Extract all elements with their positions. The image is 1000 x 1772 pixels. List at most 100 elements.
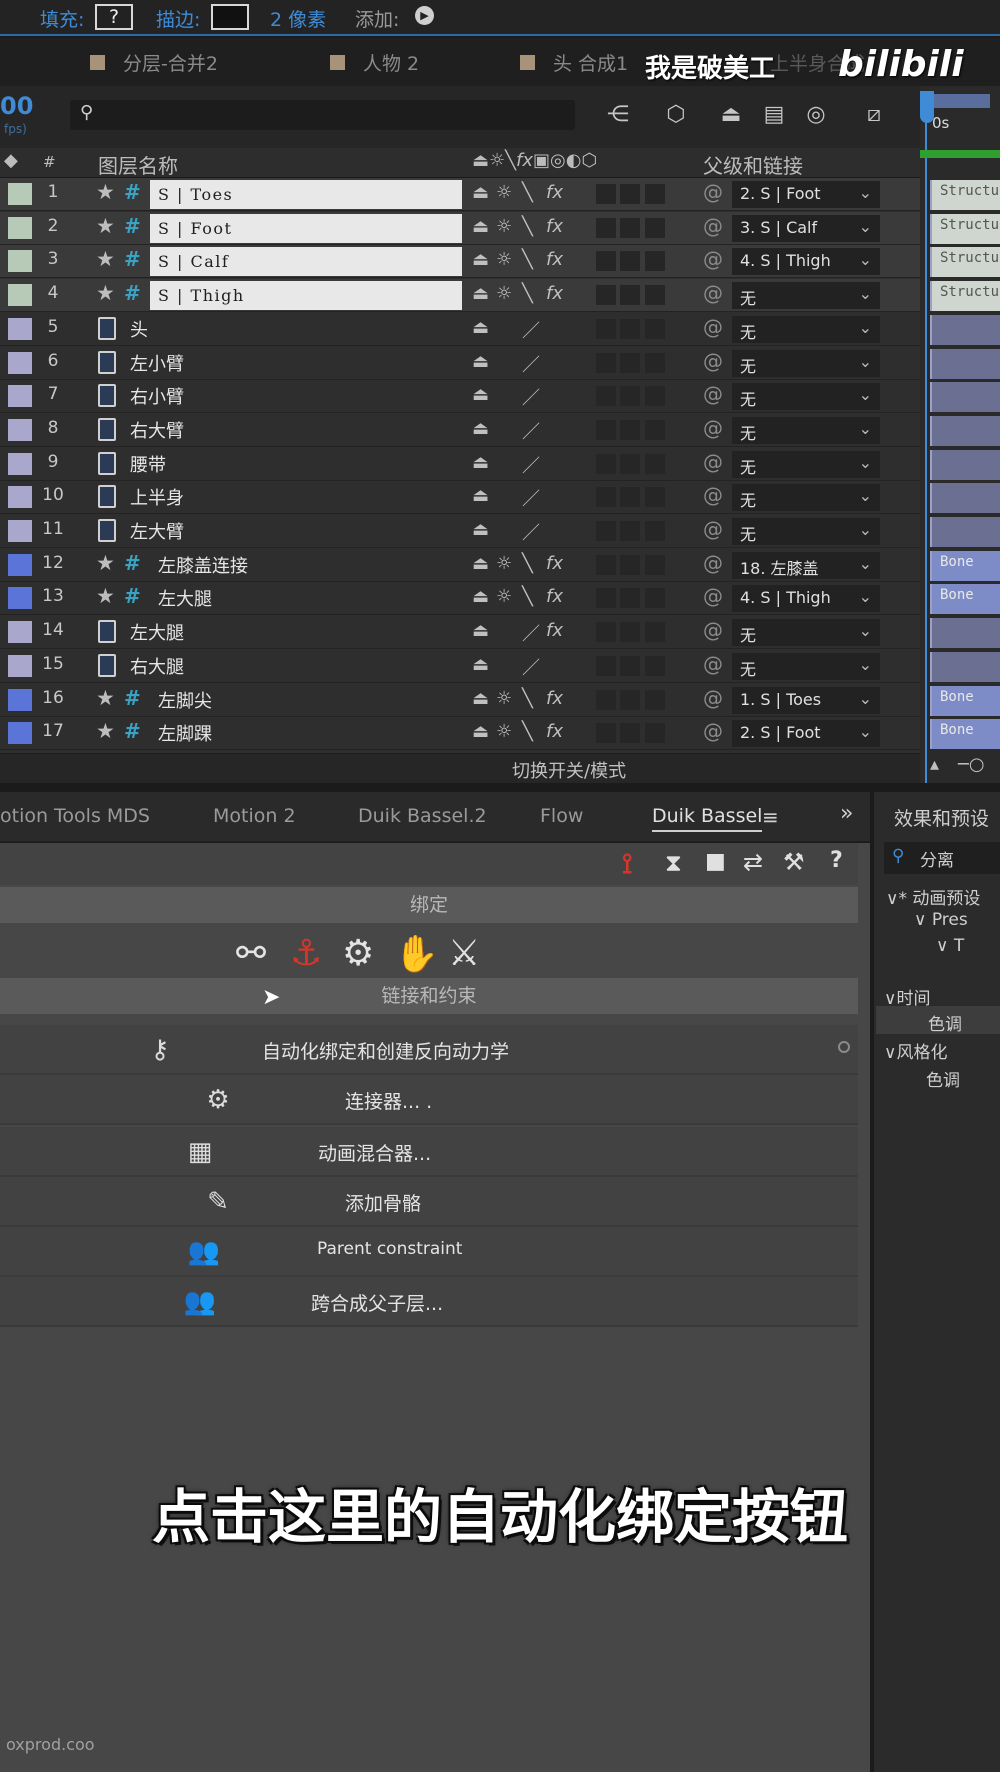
pickwhip-icon[interactable]: @ (703, 450, 723, 474)
switch-checkbox[interactable] (596, 217, 616, 238)
switch-checkbox[interactable] (645, 723, 665, 744)
zoom-out-icon[interactable]: ▴ (930, 754, 939, 775)
pickwhip-icon[interactable]: @ (703, 719, 723, 743)
parent-dropdown[interactable]: 无 ⌄ (732, 652, 880, 680)
panel-more[interactable]: » (840, 801, 853, 826)
layer-name[interactable]: 上半身 (130, 484, 184, 510)
parent-dropdown[interactable]: 1. S | Toes ⌄ (732, 686, 880, 714)
switch-checkbox[interactable] (596, 251, 616, 272)
pickwhip-icon[interactable]: @ (703, 214, 723, 238)
quality-switch-icon[interactable]: ╲ (522, 688, 533, 709)
column-layer-name[interactable]: 图层名称 (98, 150, 178, 179)
label-color-swatch[interactable] (8, 621, 32, 644)
layer-duration-bar[interactable]: Structu (930, 281, 1000, 312)
work-area-bar[interactable] (930, 94, 990, 108)
comp-flowchart-icon[interactable]: ⋲ (602, 100, 634, 130)
duik-menu-item[interactable]: ⚙ 连接器... . (0, 1075, 858, 1125)
pickwhip-icon[interactable]: @ (703, 584, 723, 608)
effects-panel-title[interactable]: 效果和预设 (894, 804, 989, 831)
switch-checkbox[interactable] (620, 217, 640, 238)
layer-row[interactable]: 10 上半身 ⏏ ／ @ 无 ⌄ (0, 481, 920, 515)
comp-tab[interactable]: 头 合成1 (520, 48, 628, 76)
shy-switch-icon[interactable]: ⏏ (472, 283, 489, 304)
quality-switch-icon[interactable]: ╲ (522, 721, 533, 742)
toggle-switches-modes[interactable]: 切换开关/模式 (512, 757, 626, 783)
layer-name[interactable]: S | Toes (150, 180, 462, 209)
switch-checkbox[interactable] (645, 352, 665, 373)
layer-duration-bar[interactable]: Bone (930, 719, 1000, 750)
switch-checkbox[interactable] (645, 554, 665, 575)
switch-checkbox[interactable] (596, 554, 616, 575)
switch-checkbox[interactable] (620, 521, 640, 541)
tab-motion-2[interactable]: Motion 2 (213, 805, 296, 827)
switch-checkbox[interactable] (596, 386, 616, 407)
label-color-swatch[interactable] (8, 385, 32, 408)
parent-dropdown[interactable]: 无 ⌄ (732, 518, 880, 545)
parent-dropdown[interactable]: 4. S | Thigh ⌄ (732, 248, 880, 276)
switch-checkbox[interactable] (596, 689, 616, 710)
label-color-swatch[interactable] (8, 418, 32, 441)
controllers-hand-icon[interactable]: ✋ (394, 933, 439, 975)
label-color-swatch[interactable] (8, 183, 32, 205)
quality-switch-icon[interactable]: ╲ (522, 216, 533, 237)
effects-switch-icon[interactable]: fx (546, 216, 563, 237)
parent-dropdown[interactable]: 无 ⌄ (732, 349, 880, 377)
stroke-width-value[interactable]: 2 像素 (270, 5, 326, 32)
layer-name[interactable]: 左脚尖 (158, 687, 212, 713)
layer-row[interactable]: 14 左大腿 ⏏ ／ fx @ 无 ⌄ (0, 616, 920, 650)
switch-checkbox[interactable] (596, 521, 616, 541)
duik-menu-item[interactable]: ▦ 动画混合器... (0, 1127, 858, 1177)
label-color-swatch[interactable] (8, 722, 32, 745)
parent-dropdown[interactable]: 无 ⌄ (732, 315, 880, 343)
automation-gear-icon[interactable]: ⚙ (342, 933, 374, 974)
layer-row[interactable]: 3 ★ # S | Calf ⏏ ☼ ╲ fx @4. S | Thigh ⌄ (0, 245, 920, 279)
switch-checkbox[interactable] (645, 588, 665, 609)
layer-row[interactable]: 13 ★ # 左大腿 ⏏ ☼ ╲ fx @4. S | Thigh ⌄ (0, 582, 920, 616)
tools-icon[interactable]: ⚔ (448, 933, 480, 974)
pickwhip-icon[interactable]: @ (703, 315, 723, 339)
switch-checkbox[interactable] (596, 352, 616, 373)
layer-duration-bar[interactable] (930, 314, 1000, 345)
switch-checkbox[interactable] (596, 285, 616, 306)
fill-swatch[interactable]: ? (95, 4, 133, 30)
swap-icon[interactable]: ⇄ (743, 848, 763, 876)
tab-flow[interactable]: Flow (540, 805, 583, 827)
pickwhip-icon[interactable]: @ (703, 382, 723, 406)
layer-row[interactable]: 9 腰带 ⏏ ／ @ 无 ⌄ (0, 448, 920, 481)
switch-checkbox[interactable] (620, 318, 640, 339)
layer-duration-bar[interactable]: Structu (930, 180, 1000, 210)
parent-dropdown[interactable]: 3. S | Calf ⌄ (732, 214, 880, 242)
switch-checkbox[interactable] (620, 386, 640, 407)
switch-checkbox[interactable] (645, 217, 665, 238)
label-color-swatch[interactable] (8, 250, 32, 273)
label-color-swatch[interactable] (8, 284, 32, 307)
layer-row[interactable]: 4 ★ # S | Thigh ⏏ ☼ ╲ fx @ 无 ⌄ (0, 279, 920, 313)
layer-row[interactable]: 11 左大臂 ⏏ ／ @ 无 ⌄ (0, 515, 920, 548)
tab-motion-tools[interactable]: otion Tools MDS (0, 805, 150, 827)
shy-switch-icon[interactable]: ⏏ (472, 182, 489, 203)
pickwhip-icon[interactable]: @ (703, 686, 723, 710)
tree-animation-presets[interactable]: ∨* 动画预设 (886, 884, 980, 909)
layer-row[interactable]: 2 ★ # S | Foot ⏏ ☼ ╲ fx @3. S | Calf ⌄ (0, 211, 920, 245)
parent-dropdown[interactable]: 无 ⌄ (732, 383, 880, 411)
label-color-swatch[interactable] (8, 688, 32, 711)
quality-switch-icon[interactable]: ╲ (522, 586, 533, 607)
layer-name[interactable]: 左大臂 (130, 518, 184, 544)
collapse-switch-icon[interactable]: ☼ (496, 586, 512, 607)
label-color-swatch[interactable] (8, 486, 32, 509)
switch-checkbox[interactable] (645, 453, 665, 474)
current-time[interactable]: 00 (0, 92, 33, 120)
graph-editor-icon[interactable]: ⧄ (858, 100, 890, 130)
layer-row[interactable]: 5 头 ⏏ ／ @ 无 ⌄ (0, 313, 920, 346)
playhead-icon[interactable] (920, 91, 934, 123)
pickwhip-icon[interactable]: @ (703, 517, 723, 541)
layer-duration-bar[interactable] (930, 618, 1000, 649)
switch-checkbox[interactable] (596, 622, 616, 643)
switch-checkbox[interactable] (620, 487, 640, 508)
switch-checkbox[interactable] (620, 554, 640, 575)
layer-duration-bar[interactable] (930, 415, 1000, 446)
switch-checkbox[interactable] (620, 352, 640, 373)
pickwhip-icon[interactable]: @ (703, 551, 723, 575)
shy-switch-icon[interactable]: ⏏ (472, 216, 489, 237)
switch-checkbox[interactable] (645, 251, 665, 272)
